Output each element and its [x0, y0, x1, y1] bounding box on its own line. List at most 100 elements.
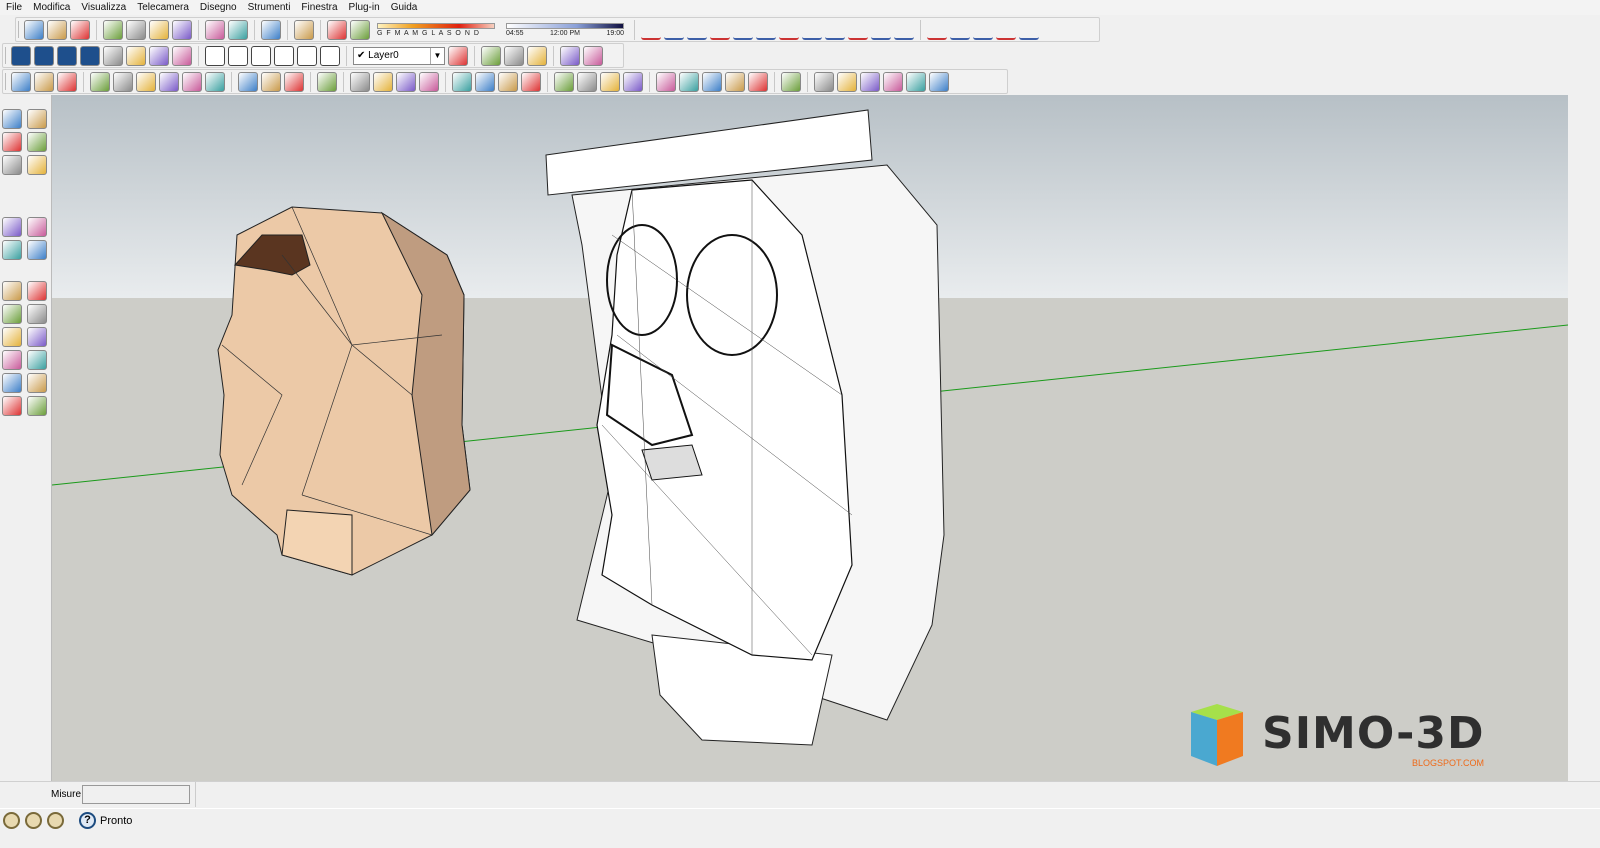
follow-me-icon[interactable]: [34, 71, 54, 92]
model-info-icon[interactable]: [294, 19, 314, 40]
front-view-icon[interactable]: [228, 45, 248, 66]
solid-union-icon[interactable]: [238, 71, 258, 92]
left-paint-bucket-icon[interactable]: [2, 240, 22, 260]
iso-view-icon[interactable]: [205, 45, 225, 66]
menu-visualizza[interactable]: Visualizza: [81, 2, 126, 13]
new-icon[interactable]: [24, 19, 44, 40]
undo-icon[interactable]: [205, 19, 225, 40]
paste-icon[interactable]: [149, 19, 169, 40]
zoom-icon[interactable]: [702, 71, 722, 92]
rotate-push-icon[interactable]: [560, 45, 580, 66]
copy-icon[interactable]: [126, 19, 146, 40]
offset-icon[interactable]: [623, 71, 643, 92]
left-push-pull-icon[interactable]: [27, 240, 47, 260]
left-move-icon[interactable]: [2, 281, 22, 301]
push-v-icon[interactable]: [504, 45, 524, 66]
component-info-icon[interactable]: [327, 19, 347, 40]
left-make-component-icon[interactable]: [27, 155, 47, 175]
xray-icon[interactable]: [90, 71, 110, 92]
cone-curve-icon[interactable]: [1019, 20, 1039, 40]
left-view-icon[interactable]: [320, 45, 340, 66]
get-models-icon[interactable]: [837, 71, 857, 92]
shadow-date-slider[interactable]: G F M A M G L A S O N D: [377, 22, 495, 37]
menu-file[interactable]: File: [6, 2, 22, 13]
eraser-icon[interactable]: [475, 71, 495, 92]
bezier-icon[interactable]: [687, 20, 707, 40]
blob-icon[interactable]: [996, 20, 1016, 40]
spiral-icon[interactable]: [779, 20, 799, 40]
spline-icon[interactable]: [710, 20, 730, 40]
left-zoom-icon[interactable]: [27, 327, 47, 347]
save-icon[interactable]: [70, 19, 90, 40]
menu-disegno[interactable]: Disegno: [200, 2, 237, 13]
cut-icon[interactable]: [103, 19, 123, 40]
open-icon[interactable]: [47, 19, 67, 40]
curve-icon[interactable]: [733, 20, 753, 40]
circle-icon[interactable]: [396, 71, 416, 92]
select-icon[interactable]: [317, 71, 337, 92]
arc3-icon[interactable]: [871, 20, 891, 40]
polygon-icon[interactable]: [950, 20, 970, 40]
menu-strumenti[interactable]: Strumenti: [248, 2, 291, 13]
next-view-icon[interactable]: [781, 71, 801, 92]
left-orbit-icon[interactable]: [27, 304, 47, 324]
rectangle-curve-icon[interactable]: [756, 20, 776, 40]
previous-view-icon[interactable]: [748, 71, 768, 92]
chevron-down-icon[interactable]: ▼: [430, 47, 444, 64]
monochrome-icon[interactable]: [205, 71, 225, 92]
left-rotate-icon[interactable]: [27, 281, 47, 301]
menu-guida[interactable]: Guida: [391, 2, 418, 13]
push-n-icon[interactable]: [527, 45, 547, 66]
menu-modifica[interactable]: Modifica: [33, 2, 70, 13]
rectangle-icon[interactable]: [373, 71, 393, 92]
print-icon[interactable]: [261, 19, 281, 40]
curve2-icon[interactable]: [848, 20, 868, 40]
google-signin-icon[interactable]: [47, 812, 64, 829]
textured-icon[interactable]: [182, 71, 202, 92]
sandbox-icon[interactable]: [11, 71, 31, 92]
left-previous-view-icon[interactable]: [27, 350, 47, 370]
top-view-icon[interactable]: [251, 45, 271, 66]
measure-input[interactable]: [82, 785, 190, 804]
arc-icon[interactable]: [419, 71, 439, 92]
export-icon[interactable]: [929, 71, 949, 92]
shell-icon[interactable]: [57, 71, 77, 92]
shadow-time-slider[interactable]: 04:55 12:00 PM 19:00: [506, 22, 624, 37]
tape-measure-icon[interactable]: [498, 71, 518, 92]
orbit-icon[interactable]: [656, 71, 676, 92]
ufo-icon[interactable]: [103, 45, 123, 66]
left-share-icon[interactable]: [27, 396, 47, 416]
back-view-icon[interactable]: [297, 45, 317, 66]
share-icon[interactable]: [860, 71, 880, 92]
help-icon[interactable]: ?: [79, 812, 96, 829]
solid-intersect-icon[interactable]: [261, 71, 281, 92]
dots-grid-icon[interactable]: [172, 45, 192, 66]
menu-finestra[interactable]: Finestra: [301, 2, 337, 13]
left-get-models-icon[interactable]: [2, 396, 22, 416]
arc2-icon[interactable]: [802, 20, 822, 40]
freehand-curve-icon[interactable]: [664, 20, 684, 40]
time-slider-track[interactable]: [506, 22, 624, 29]
make-component-icon[interactable]: [452, 71, 472, 92]
push-pull-icon[interactable]: [554, 71, 574, 92]
left-place-model-icon[interactable]: [27, 373, 47, 393]
left-pan-icon[interactable]: [2, 327, 22, 347]
move-icon[interactable]: [577, 71, 597, 92]
layer-select[interactable]: ✔ Layer0 ▼: [353, 46, 445, 65]
date-slider-track[interactable]: [377, 22, 495, 29]
push-pull-2-icon[interactable]: [583, 45, 603, 66]
warehouse-icon[interactable]: [883, 71, 903, 92]
cone-icon[interactable]: [126, 45, 146, 66]
rotate-icon[interactable]: [600, 71, 620, 92]
left-rectangle-icon[interactable]: [2, 132, 22, 152]
arc4-icon[interactable]: [894, 20, 914, 40]
polyline-icon[interactable]: [825, 20, 845, 40]
left-zoom-extents-icon[interactable]: [2, 350, 22, 370]
film-icon[interactable]: [57, 45, 77, 66]
wireframe-icon[interactable]: [113, 71, 133, 92]
geo-location-icon[interactable]: [3, 812, 20, 829]
credits-icon[interactable]: [25, 812, 42, 829]
left-offset-icon[interactable]: [2, 304, 22, 324]
menu-plug-in[interactable]: Plug-in: [349, 2, 380, 13]
hidden-line-icon[interactable]: [136, 71, 156, 92]
